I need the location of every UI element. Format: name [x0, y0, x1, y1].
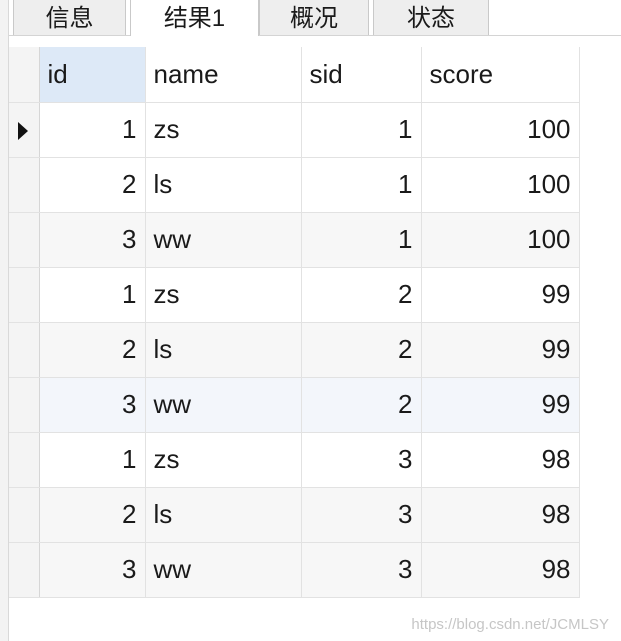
cell-name[interactable]: zs	[145, 267, 302, 323]
result-grid: id name sid score 1 zs 1 100 2 ls 1 100 …	[9, 47, 580, 598]
cell-score[interactable]: 98	[421, 542, 580, 598]
cell-score[interactable]: 100	[421, 102, 580, 158]
cell-id[interactable]: 2	[39, 322, 146, 378]
table-row[interactable]: 1 zs 3 98	[9, 432, 580, 488]
row-pointer-icon	[18, 122, 28, 141]
cell-sid[interactable]: 2	[301, 377, 422, 433]
cell-name[interactable]: ww	[145, 542, 302, 598]
table-row[interactable]: 1 zs 2 99	[9, 267, 580, 323]
cell-id[interactable]: 3	[39, 212, 146, 268]
row-indicator[interactable]	[9, 212, 40, 268]
cell-sid[interactable]: 1	[301, 157, 422, 213]
cell-sid[interactable]: 1	[301, 212, 422, 268]
tab-profile[interactable]: 概况	[259, 0, 369, 35]
tab-info[interactable]: 信息	[13, 0, 126, 35]
cell-name[interactable]: ww	[145, 212, 302, 268]
column-header-sid[interactable]: sid	[301, 47, 422, 103]
table-row[interactable]: 3 ww 1 100	[9, 212, 580, 268]
table-row[interactable]: 1 zs 1 100	[9, 102, 580, 158]
column-header-name[interactable]: name	[145, 47, 302, 103]
cell-sid[interactable]: 2	[301, 322, 422, 378]
header-row: id name sid score	[9, 47, 580, 103]
cell-name[interactable]: ls	[145, 487, 302, 543]
cell-id[interactable]: 2	[39, 487, 146, 543]
cell-id[interactable]: 3	[39, 542, 146, 598]
tab-status[interactable]: 状态	[373, 0, 489, 35]
cell-score[interactable]: 100	[421, 212, 580, 268]
cell-name[interactable]: ls	[145, 322, 302, 378]
cell-score[interactable]: 99	[421, 267, 580, 323]
cell-name[interactable]: zs	[145, 432, 302, 488]
cell-id[interactable]: 2	[39, 157, 146, 213]
table-row[interactable]: 3 ww 3 98	[9, 542, 580, 598]
column-header-id[interactable]: id	[39, 47, 146, 103]
cell-sid[interactable]: 3	[301, 542, 422, 598]
result-tab-bar: 信息 结果1 概况 状态	[9, 0, 621, 36]
cell-score[interactable]: 99	[421, 377, 580, 433]
table-row[interactable]: 2 ls 1 100	[9, 157, 580, 213]
cell-id[interactable]: 1	[39, 102, 146, 158]
row-indicator[interactable]	[9, 322, 40, 378]
row-indicator-header	[9, 47, 40, 103]
table-row[interactable]: 2 ls 3 98	[9, 487, 580, 543]
watermark-text: https://blog.csdn.net/JCMLSY	[411, 616, 609, 633]
row-indicator[interactable]	[9, 487, 40, 543]
table-row[interactable]: 3 ww 2 99	[9, 377, 580, 433]
cell-sid[interactable]: 3	[301, 487, 422, 543]
row-indicator[interactable]	[9, 267, 40, 323]
column-header-score[interactable]: score	[421, 47, 580, 103]
cell-id[interactable]: 1	[39, 267, 146, 323]
cell-name[interactable]: ls	[145, 157, 302, 213]
cell-score[interactable]: 99	[421, 322, 580, 378]
cell-score[interactable]: 100	[421, 157, 580, 213]
row-indicator[interactable]	[9, 432, 40, 488]
row-indicator[interactable]	[9, 157, 40, 213]
cell-name[interactable]: zs	[145, 102, 302, 158]
table-row[interactable]: 2 ls 2 99	[9, 322, 580, 378]
row-indicator[interactable]	[9, 542, 40, 598]
cell-id[interactable]: 3	[39, 377, 146, 433]
cell-name[interactable]: ww	[145, 377, 302, 433]
tab-result-1[interactable]: 结果1	[130, 0, 259, 36]
cell-sid[interactable]: 1	[301, 102, 422, 158]
cell-sid[interactable]: 2	[301, 267, 422, 323]
tab-bar-divider	[9, 35, 621, 36]
cell-id[interactable]: 1	[39, 432, 146, 488]
cell-sid[interactable]: 3	[301, 432, 422, 488]
row-indicator[interactable]	[9, 102, 40, 158]
cell-score[interactable]: 98	[421, 487, 580, 543]
row-indicator[interactable]	[9, 377, 40, 433]
cell-score[interactable]: 98	[421, 432, 580, 488]
window-left-border	[0, 0, 9, 641]
